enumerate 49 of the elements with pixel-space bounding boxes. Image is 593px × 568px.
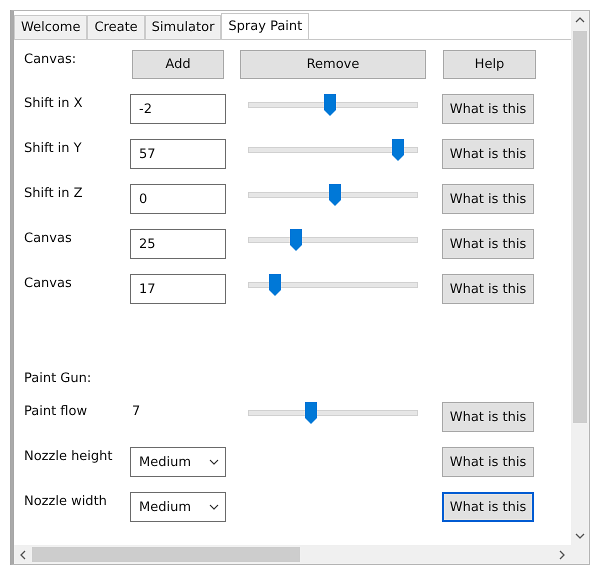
scroll-thumb[interactable] [573,31,587,423]
row-label: Shift in Z [24,186,84,201]
horizontal-scrollbar[interactable] [14,545,571,564]
value-field[interactable]: 17 [130,274,226,304]
section-label: Paint Gun: [24,371,92,386]
tab[interactable]: Spray Paint [221,13,310,39]
value-field[interactable]: 57 [130,139,226,169]
slider-thumb[interactable] [392,139,404,161]
canvas-button[interactable]: Remove [240,50,426,79]
section-label: Canvas: [24,52,78,67]
tab[interactable]: Create [87,15,145,39]
caret-icon [209,504,219,510]
slider-thumb[interactable] [269,274,282,296]
slider-thumb[interactable] [290,229,302,251]
row-label: Shift in X [24,96,84,111]
row-label: Shift in Y [24,141,83,156]
row-label: Paint flow [24,404,88,419]
value-field[interactable]: -2 [130,94,226,124]
scroll-down-icon[interactable] [575,531,585,541]
what-is-this-button[interactable]: What is this [442,402,534,432]
what-is-this-button[interactable]: What is this [442,274,534,304]
what-is-this-button[interactable]: What is this [442,447,534,477]
slider-thumb[interactable] [304,402,317,424]
what-is-this-button[interactable]: What is this [442,492,534,522]
dropdown[interactable]: Medium [130,447,226,477]
row-label: Nozzle height [24,449,114,464]
slider-thumb[interactable] [328,184,341,206]
caret-icon [209,459,219,465]
value-field[interactable]: 0 [130,184,226,214]
what-is-this-button[interactable]: What is this [442,94,534,124]
canvas-button[interactable]: Help [443,50,536,79]
row-label: Nozzle width [24,494,108,509]
vertical-scrollbar[interactable] [571,11,589,545]
scroll-left-icon[interactable] [18,550,28,560]
value-field[interactable]: 25 [130,229,226,259]
what-is-this-button[interactable]: What is this [442,184,534,214]
scroll-up-icon[interactable] [575,15,585,25]
what-is-this-button[interactable]: What is this [442,229,534,259]
tab[interactable]: Welcome [14,15,88,39]
tab[interactable]: Simulator [144,15,222,39]
dropdown[interactable]: Medium [130,492,226,522]
slider-thumb[interactable] [324,94,336,116]
row-label: Canvas [24,276,73,291]
row-label: Canvas [24,231,73,246]
what-is-this-button[interactable]: What is this [442,139,534,169]
scroll-right-icon[interactable] [557,550,567,560]
value-readout: 7 [131,404,142,419]
scroll-thumb[interactable] [32,547,300,562]
canvas-button[interactable]: Add [132,50,224,79]
